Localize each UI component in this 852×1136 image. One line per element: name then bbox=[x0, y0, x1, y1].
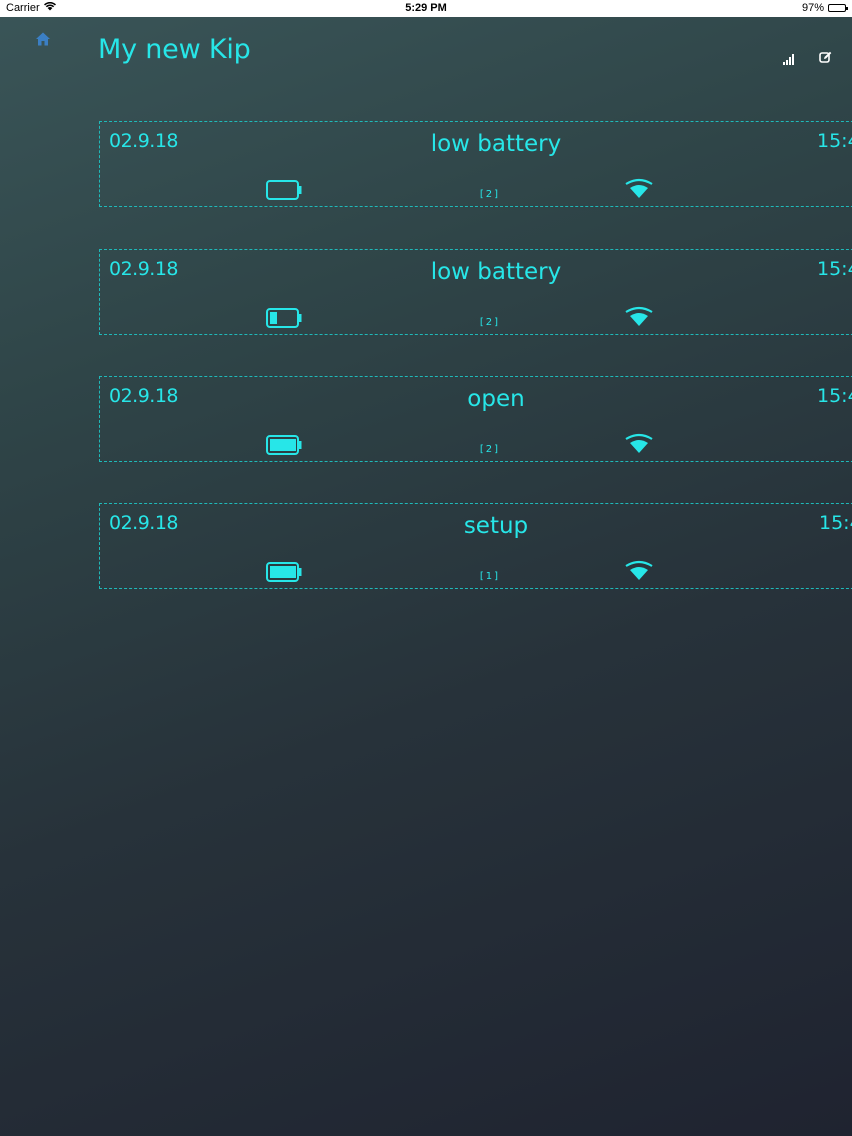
battery-icon bbox=[266, 308, 302, 328]
event-date: 02.9.18 bbox=[109, 512, 179, 534]
event-status: low battery bbox=[430, 259, 562, 285]
page-title: My new Kip bbox=[98, 34, 251, 65]
event-status: low battery bbox=[430, 131, 562, 157]
battery-percent: 97% bbox=[801, 2, 824, 14]
status-bar: Carrier 5:29 PM 97% bbox=[0, 0, 852, 17]
event-time: 15:4 bbox=[817, 258, 852, 280]
wifi-signal-icon bbox=[625, 305, 653, 329]
event-status: open bbox=[467, 386, 525, 412]
wifi-signal-icon bbox=[625, 177, 653, 201]
event-date: 02.9.18 bbox=[109, 258, 179, 280]
event-count: [2] bbox=[479, 317, 501, 328]
wifi-signal-icon bbox=[625, 432, 653, 456]
event-card[interactable]: 02.9.18 low battery 15:4 [2] bbox=[99, 121, 852, 207]
signal-bars-icon[interactable] bbox=[783, 50, 795, 65]
event-count: [2] bbox=[479, 189, 501, 200]
event-time: 15:4 bbox=[819, 512, 852, 534]
wifi-signal-icon bbox=[625, 559, 653, 583]
event-count: [1] bbox=[479, 571, 501, 582]
event-time: 15:4 bbox=[817, 130, 852, 152]
edit-icon[interactable] bbox=[819, 49, 832, 63]
status-bar-time: 5:29 PM bbox=[405, 2, 447, 14]
event-date: 02.9.18 bbox=[109, 130, 179, 152]
event-card[interactable]: 02.9.18 low battery 15:4 [2] bbox=[99, 249, 852, 335]
event-time: 15:4 bbox=[817, 385, 852, 407]
event-date: 02.9.18 bbox=[109, 385, 179, 407]
event-card[interactable]: 02.9.18 setup 15:4 [1] bbox=[99, 503, 852, 589]
status-bar-right: 97% bbox=[801, 2, 848, 14]
status-battery-icon bbox=[828, 4, 848, 12]
battery-icon bbox=[266, 562, 302, 582]
event-status: setup bbox=[463, 513, 529, 539]
home-icon[interactable] bbox=[35, 31, 51, 47]
battery-icon bbox=[266, 435, 302, 455]
battery-icon bbox=[266, 180, 302, 200]
event-card[interactable]: 02.9.18 open 15:4 [2] bbox=[99, 376, 852, 462]
event-count: [2] bbox=[479, 444, 501, 455]
